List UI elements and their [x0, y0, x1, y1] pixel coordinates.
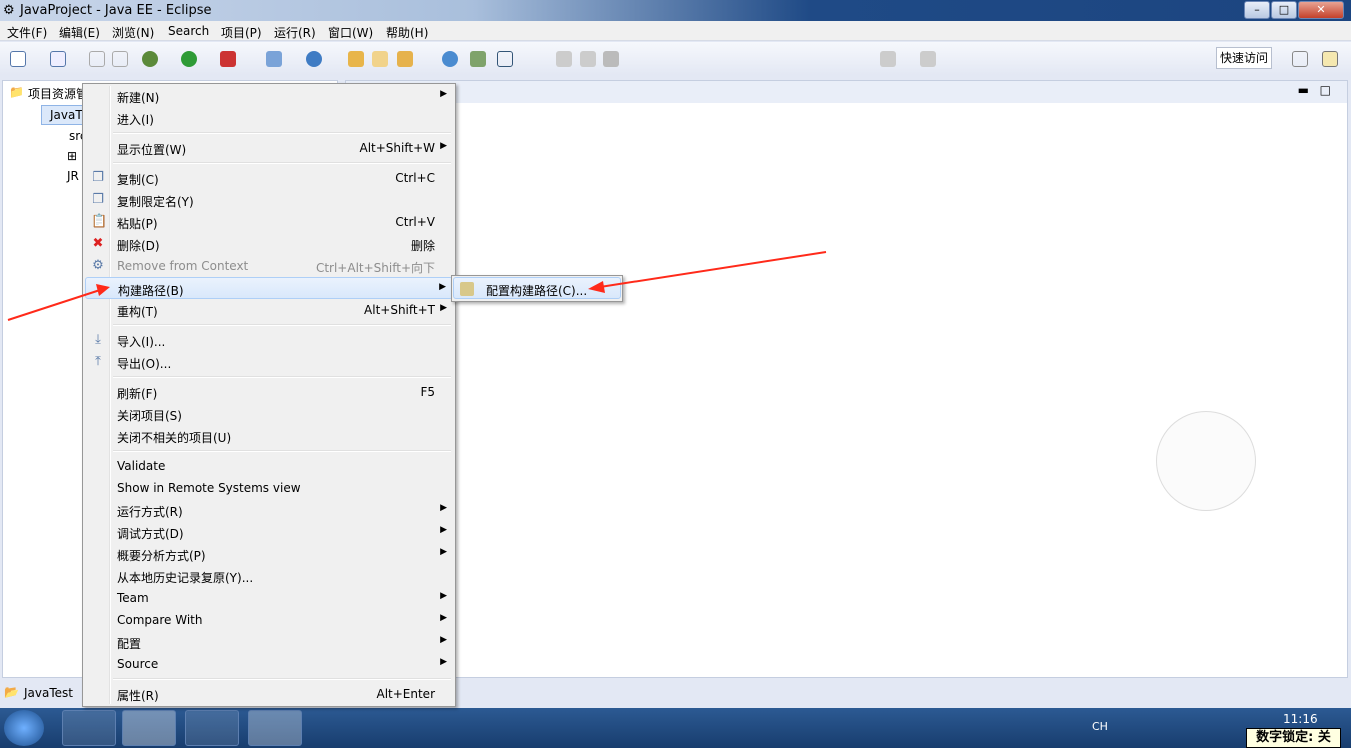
arrow-configure	[599, 251, 827, 288]
annotation-arrows	[7, 251, 827, 321]
arrow-build-path	[7, 289, 101, 321]
arrowhead	[96, 284, 110, 296]
arrowhead	[588, 281, 605, 293]
